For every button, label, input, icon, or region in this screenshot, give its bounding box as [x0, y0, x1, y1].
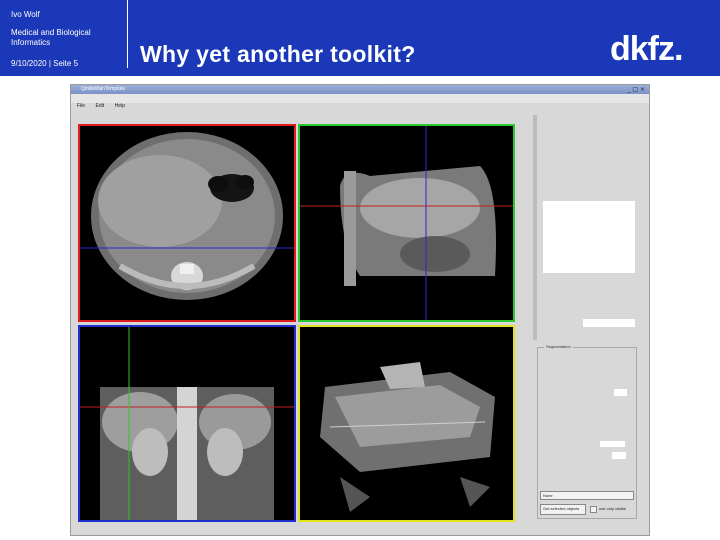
preview-box	[543, 201, 635, 273]
value-field[interactable]	[583, 319, 635, 327]
date-page: 9/10/2020 | Seite 5	[11, 59, 79, 68]
dkfz-logo: dkfz.	[610, 30, 683, 68]
slide-title: Why yet another toolkit?	[140, 41, 416, 67]
option-field-2[interactable]	[600, 441, 625, 447]
sagittal-slice-image	[300, 126, 513, 320]
axial-slice-image	[80, 132, 294, 300]
window-title: QmitkMainTemplate	[81, 86, 126, 92]
use-visible-label: use only visible	[599, 506, 627, 511]
menu-edit[interactable]: Edit	[96, 103, 105, 109]
window-controls[interactable]: _ □ ×	[627, 85, 645, 94]
app-screenshot: QmitkMainTemplate _ □ × File Edit Help S…	[70, 84, 650, 536]
author-name: Ivo Wolf	[11, 10, 40, 19]
menu-bar: File Edit Help	[71, 94, 649, 109]
window-titlebar: QmitkMainTemplate _ □ ×	[71, 85, 649, 94]
option-field-3[interactable]	[612, 452, 626, 459]
department-line-1: Medical and Biological	[11, 28, 91, 37]
use-visible-checkbox[interactable]	[590, 506, 597, 513]
view-axial[interactable]	[78, 124, 296, 322]
3d-render-image	[320, 362, 495, 512]
view-coronal[interactable]	[78, 325, 296, 522]
view-3d[interactable]	[298, 325, 515, 522]
menu-file[interactable]: File	[77, 103, 85, 109]
vertical-slider[interactable]	[533, 115, 537, 340]
segmentation-group: Segmentation None Get selected objects u…	[537, 344, 637, 519]
header-divider	[127, 0, 128, 68]
segmentation-group-label: Segmentation	[544, 344, 573, 350]
slide-header: Ivo Wolf Medical and Biological Informat…	[0, 0, 720, 76]
get-selected-objects-button[interactable]: Get selected objects	[540, 504, 586, 515]
side-control-panel: Segmentation None Get selected objects u…	[533, 115, 639, 527]
department-line-2: Informatics	[11, 38, 51, 47]
menu-help[interactable]: Help	[115, 103, 125, 109]
view-sagittal[interactable]	[298, 124, 515, 322]
coronal-slice-image	[80, 327, 294, 520]
segmentation-select[interactable]: None	[540, 491, 634, 500]
option-field-1[interactable]	[614, 389, 627, 396]
